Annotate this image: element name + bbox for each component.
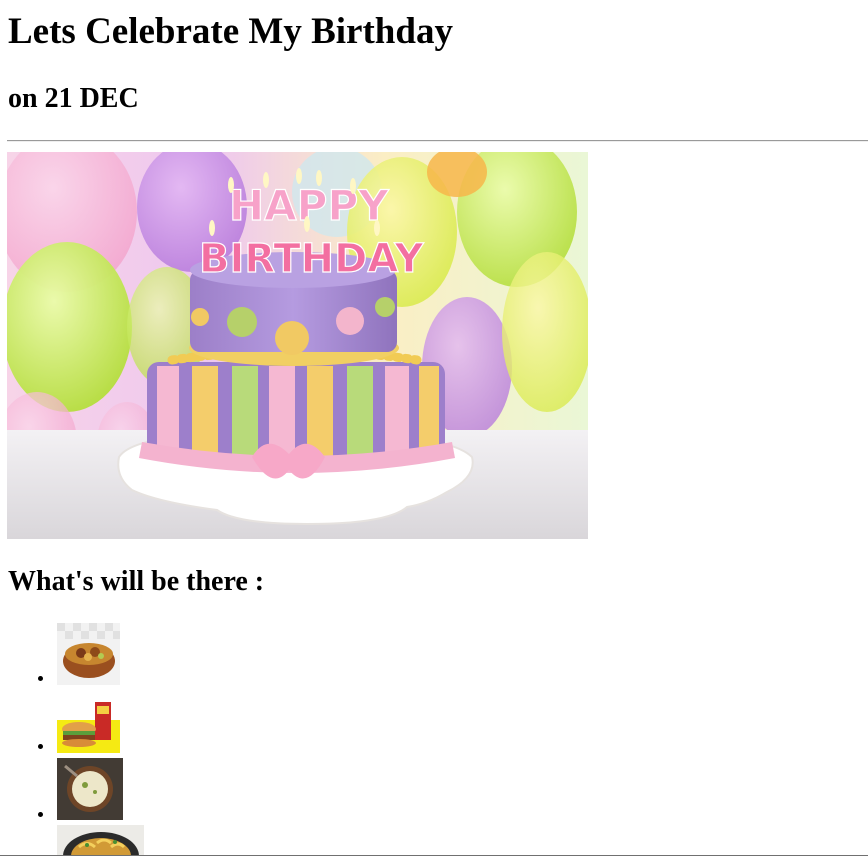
cake-text-birthday: BIRTHDAY [199,236,424,282]
bullet-icon [38,744,43,749]
bullet-icon [38,812,43,817]
bullet-icon [38,676,43,681]
horizontal-rule [7,140,868,142]
birthday-cake-image: HAPPY BIRTHDAY [7,152,588,539]
curry-bowl-image [57,623,120,685]
soup-bowl-image [57,758,123,820]
page: Lets Celebrate My Birthday on 21 DEC HAP… [0,0,868,856]
page-title: Lets Celebrate My Birthday [8,11,453,52]
burger-meal-image [57,692,120,753]
pasta-pan-image [57,825,144,856]
menu-heading: What's will be there : [8,566,265,597]
event-date: on 21 DEC [8,83,139,114]
